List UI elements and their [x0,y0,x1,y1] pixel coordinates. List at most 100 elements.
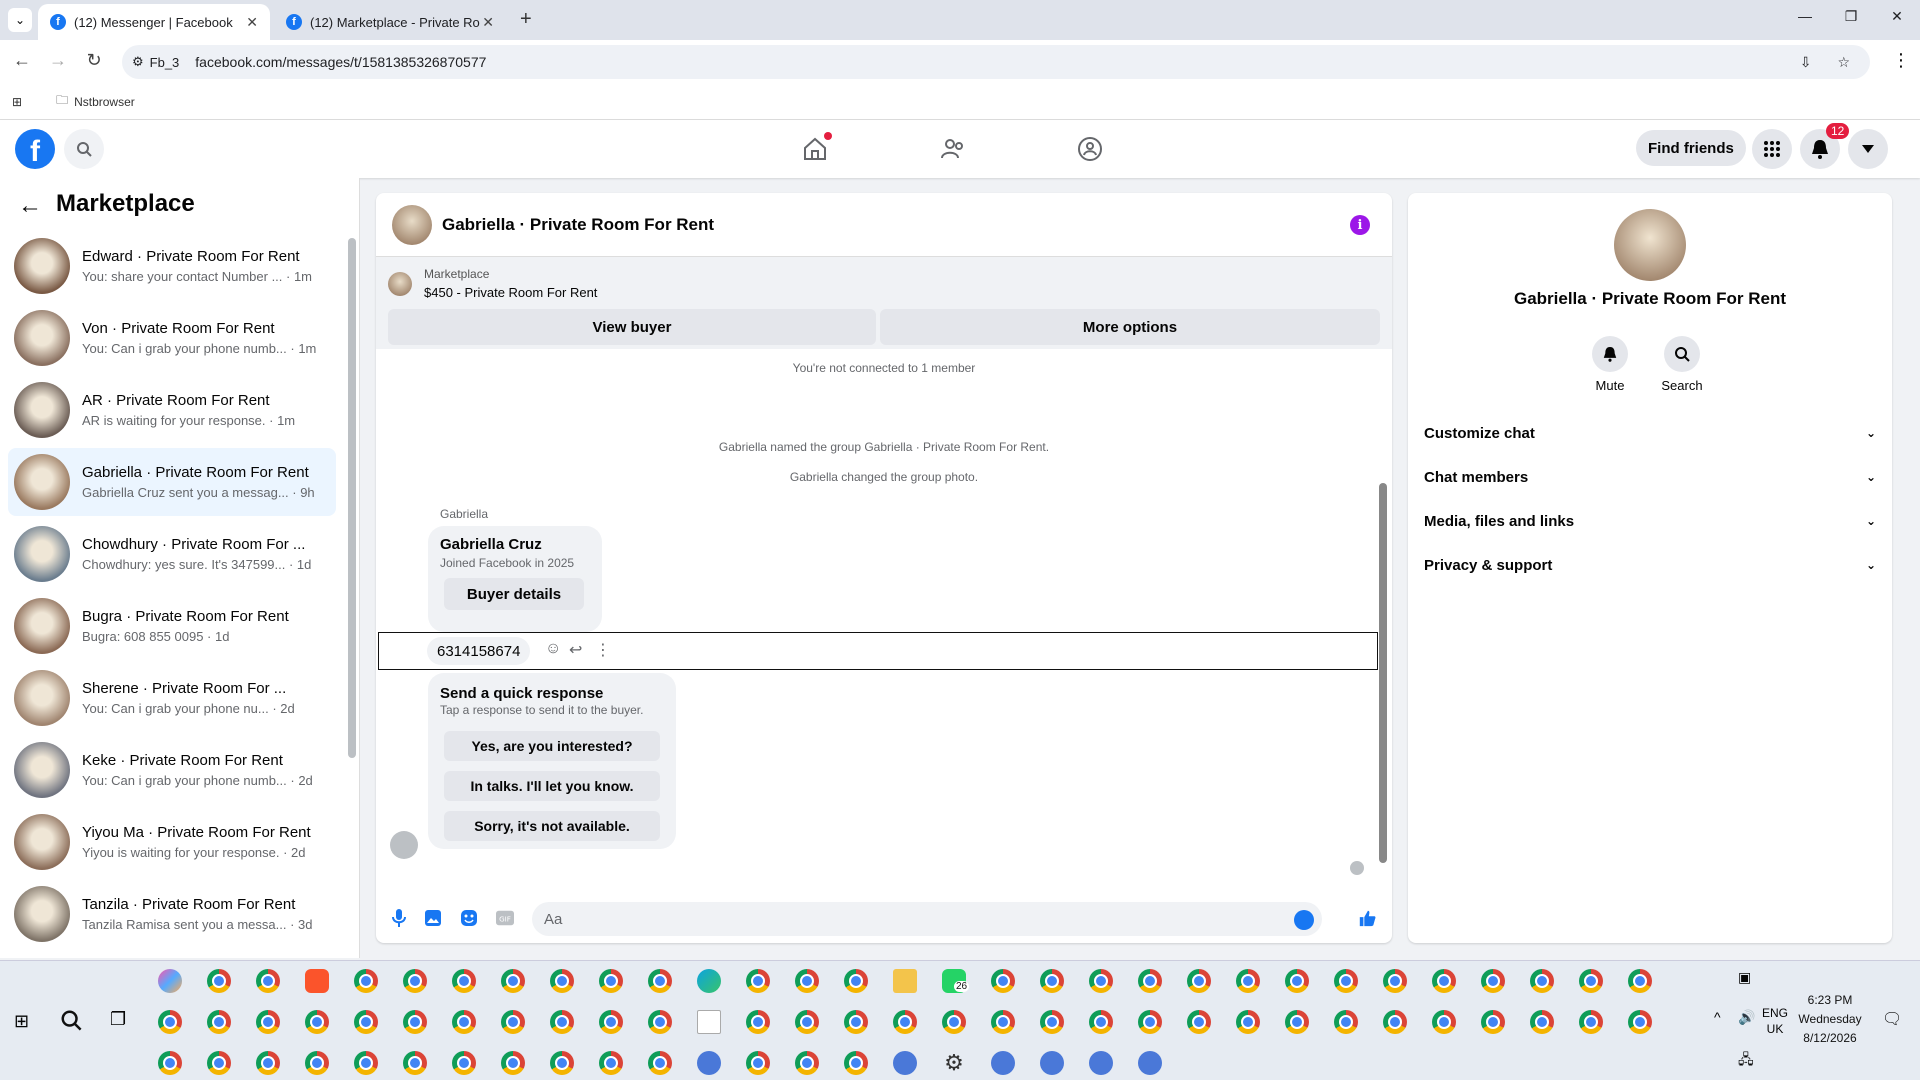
brave-app-icon[interactable] [305,969,329,993]
chrome-app-icon[interactable] [354,1010,378,1034]
chrome-app-icon[interactable] [795,1010,819,1034]
conversation-item[interactable]: Sherene · Private Room For ... You: Can i… [8,664,336,732]
blue-app-icon[interactable] [1040,1051,1064,1075]
react-emoji-icon[interactable]: ☺ [545,640,561,658]
customize-chat-section[interactable]: Customize chat ⌄ [1424,421,1876,445]
chrome-app-icon[interactable] [354,1051,378,1075]
blue-app-icon[interactable] [1089,1051,1113,1075]
notifications-bell-icon[interactable]: 12 [1800,123,1850,169]
chrome-app-icon[interactable] [1383,1010,1407,1034]
close-window-icon[interactable]: ✕ [1882,8,1912,25]
photo-icon[interactable] [424,909,442,927]
chrome-app-icon[interactable] [1481,1010,1505,1034]
chrome-app-icon[interactable] [648,1010,672,1034]
chrome-app-icon[interactable] [1432,1010,1456,1034]
reply-icon[interactable]: ↩ [569,640,582,660]
find-friends-button[interactable]: Find friends [1636,130,1746,166]
search-chat-button[interactable]: Search [1652,336,1712,393]
bookmark-folder[interactable]: 🗀 Nstbrowser [56,91,135,112]
chrome-app-icon[interactable] [599,1051,623,1075]
chrome-app-icon[interactable] [256,1010,280,1034]
buyer-details-button[interactable]: Buyer details [444,578,584,610]
listing-thumbnail[interactable] [388,272,412,296]
chrome-app-icon[interactable] [1187,969,1211,993]
close-tab-icon[interactable]: ✕ [246,14,258,31]
chrome-app-icon[interactable] [991,1010,1015,1034]
blue-app-icon[interactable] [991,1051,1015,1075]
chrome-app-icon[interactable] [1579,969,1603,993]
network-icon[interactable]: 🖧 [1738,1049,1754,1073]
chrome-app-icon[interactable] [403,1010,427,1034]
chrome-app-icon[interactable] [648,969,672,993]
emoji-icon[interactable] [1294,910,1314,930]
tab-marketplace[interactable]: f (12) Marketplace - Private Room ✕ [274,4,506,40]
chrome-app-icon[interactable] [256,969,280,993]
browser-menu-icon[interactable]: ⋮ [1892,50,1910,71]
chrome-app-icon[interactable] [1530,1010,1554,1034]
chrome-app-icon[interactable] [1334,1010,1358,1034]
chrome-app-icon[interactable] [550,969,574,993]
account-chevron-icon[interactable] [1848,129,1888,169]
friends-icon[interactable] [938,134,968,164]
conversation-item[interactable]: Yiyou Ma · Private Room For Rent Yiyou is… [8,808,336,876]
quick-reply-in-talks[interactable]: In talks. I'll let you know. [444,771,660,801]
folder-app-icon[interactable] [893,969,917,993]
chrome-app-icon[interactable] [305,1010,329,1034]
gear-app-icon[interactable]: ⚙ [942,1051,966,1075]
copilot-app-icon[interactable] [158,969,182,993]
chrome-app-icon[interactable] [1138,1010,1162,1034]
chrome-app-icon[interactable] [207,1010,231,1034]
media-files-section[interactable]: Media, files and links ⌄ [1424,509,1876,533]
more-options-button[interactable]: More options [880,309,1380,345]
chrome-app-icon[interactable] [452,1051,476,1075]
chrome-app-icon[interactable] [501,1051,525,1075]
message-input[interactable]: Aa [532,902,1322,936]
close-tab-icon[interactable]: ✕ [482,14,494,31]
chrome-app-icon[interactable] [844,1010,868,1034]
chrome-app-icon[interactable] [844,969,868,993]
chrome-app-icon[interactable] [207,969,231,993]
chrome-app-icon[interactable] [893,1010,917,1034]
windows-start-icon[interactable]: ⊞ [14,1011,29,1032]
chrome-app-icon[interactable] [1285,1010,1309,1034]
chrome-app-icon[interactable] [501,969,525,993]
chat-avatar[interactable] [392,204,432,245]
chat-members-section[interactable]: Chat members ⌄ [1424,465,1876,489]
sticker-icon[interactable] [460,909,478,927]
chrome-app-icon[interactable] [403,1051,427,1075]
doc-app-icon[interactable] [697,1010,721,1034]
sidebar-scrollbar[interactable] [348,238,356,758]
minimize-icon[interactable]: — [1790,8,1820,24]
participant-avatar[interactable] [390,831,418,859]
details-avatar[interactable] [1614,209,1686,281]
taskbar-clock[interactable]: 6:23 PM Wednesday 8/12/2026 [1790,991,1870,1048]
chrome-app-icon[interactable] [746,969,770,993]
conversation-item[interactable]: Bugra · Private Room For Rent Bugra: 608 … [8,592,336,660]
conversation-item[interactable]: Tanzila · Private Room For Rent Tanzila R… [8,880,336,948]
task-view-icon[interactable]: ❐ [110,1009,126,1030]
search-icon[interactable] [64,129,104,169]
chrome-app-icon[interactable] [256,1051,280,1075]
thumbs-up-icon[interactable] [1358,909,1376,927]
chrome-app-icon[interactable] [942,1010,966,1034]
whatsapp-app-icon[interactable]: 26 [942,969,970,993]
tab-search-button[interactable]: ⌄ [8,8,32,32]
chrome-app-icon[interactable] [991,969,1015,993]
new-tab-button[interactable]: + [520,8,532,31]
edge-app-icon[interactable] [697,969,721,993]
chrome-app-icon[interactable] [1628,1010,1652,1034]
chrome-app-icon[interactable] [1628,969,1652,993]
view-buyer-button[interactable]: View buyer [388,309,876,345]
blue-app-icon[interactable] [893,1051,917,1075]
gif-icon[interactable]: GIF [496,909,514,927]
chat-title[interactable]: Gabriella · Private Room For Rent [442,215,714,235]
chrome-app-icon[interactable] [1187,1010,1211,1034]
home-icon[interactable] [800,132,832,164]
chrome-app-icon[interactable] [795,1051,819,1075]
conversation-item[interactable]: Keke · Private Room For Rent You: Can i g… [8,736,336,804]
reload-icon[interactable]: ↻ [82,50,106,71]
facebook-logo-icon[interactable]: f [15,129,55,169]
apps-grid-icon[interactable]: ⊞ [12,95,22,109]
chrome-app-icon[interactable] [648,1051,672,1075]
privacy-support-section[interactable]: Privacy & support ⌄ [1424,553,1876,577]
